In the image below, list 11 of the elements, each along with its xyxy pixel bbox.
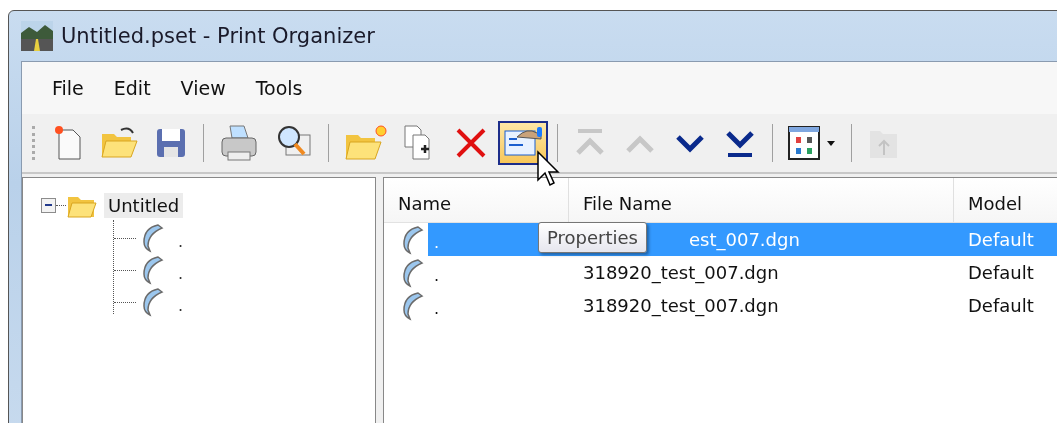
table-cell: 318920_test_007.dgn <box>583 262 779 283</box>
table-cell-text: Default <box>967 261 1035 285</box>
window-title: Untitled.pset - Print Organizer <box>61 24 375 48</box>
table-cell: 318920_test_007.dgn <box>583 295 779 316</box>
tooltip: Properties <box>538 222 647 253</box>
table-cell-text: Default <box>967 228 1035 252</box>
table-cell-text: . <box>434 298 440 318</box>
table-cell-text: . <box>434 265 440 285</box>
table-cell-text: . <box>434 232 440 252</box>
table-cell: est_007.dgn <box>689 229 800 250</box>
table-cell-text: Default <box>967 294 1035 318</box>
